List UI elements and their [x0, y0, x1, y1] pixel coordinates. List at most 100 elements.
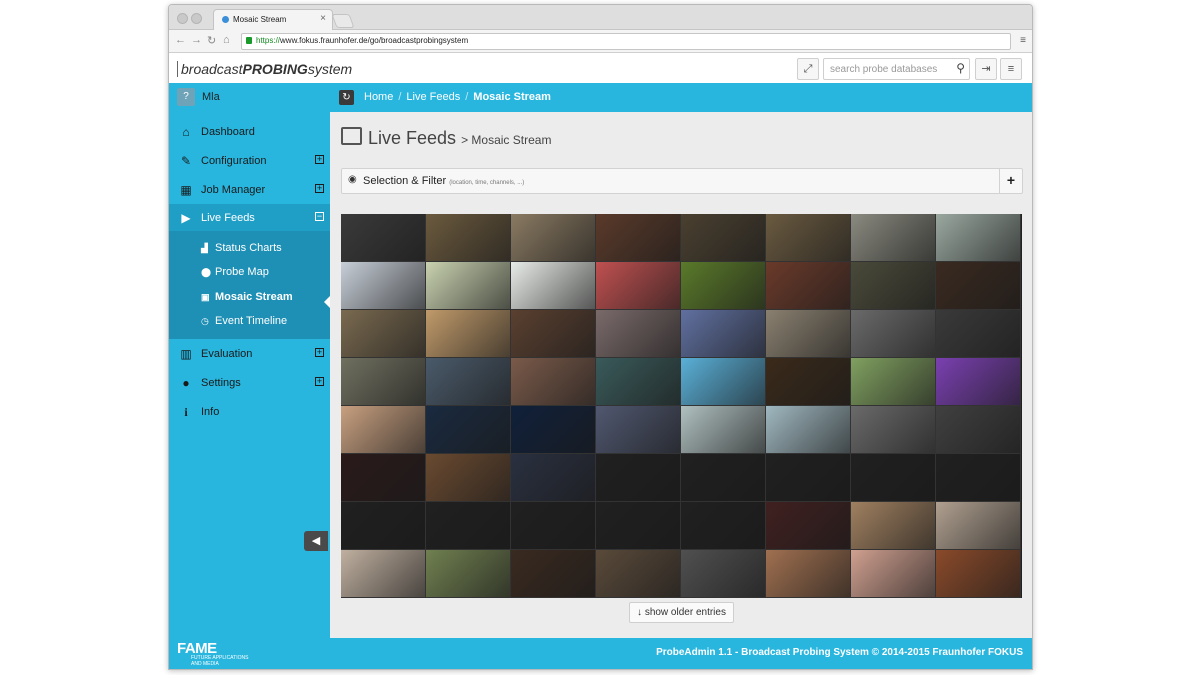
- video-thumbnail[interactable]: [426, 358, 511, 406]
- refresh-button[interactable]: ↻: [339, 90, 354, 105]
- collapse-sidebar-button[interactable]: ◀: [304, 531, 328, 551]
- video-thumbnail[interactable]: [596, 262, 681, 310]
- video-thumbnail[interactable]: [341, 454, 426, 502]
- video-thumbnail[interactable]: [851, 310, 936, 358]
- back-icon[interactable]: ←: [175, 34, 186, 46]
- video-thumbnail[interactable]: [681, 550, 766, 598]
- breadcrumb-live-feeds[interactable]: Live Feeds: [406, 91, 460, 103]
- video-thumbnail[interactable]: [681, 214, 766, 262]
- video-thumbnail[interactable]: [596, 358, 681, 406]
- video-thumbnail[interactable]: [681, 406, 766, 454]
- selection-filter-panel[interactable]: ◉ Selection & Filter (location, time, ch…: [341, 168, 1023, 194]
- video-thumbnail[interactable]: [766, 454, 851, 502]
- video-thumbnail[interactable]: [766, 406, 851, 454]
- video-thumbnail[interactable]: [511, 310, 596, 358]
- forward-icon[interactable]: →: [191, 34, 202, 46]
- video-thumbnail[interactable]: [766, 358, 851, 406]
- browser-tab[interactable]: Mosaic Stream ×: [213, 9, 333, 30]
- video-thumbnail[interactable]: [596, 214, 681, 262]
- sidebar-item-live-feeds[interactable]: ▶ Live Feeds −: [169, 204, 330, 232]
- video-thumbnail[interactable]: [426, 550, 511, 598]
- sidebar-item-evaluation[interactable]: ▥ Evaluation +: [169, 340, 330, 368]
- search-icon[interactable]: ⚲: [956, 61, 965, 75]
- video-thumbnail[interactable]: [766, 214, 851, 262]
- video-thumbnail[interactable]: [426, 454, 511, 502]
- video-thumbnail[interactable]: [936, 550, 1021, 598]
- video-thumbnail[interactable]: [341, 502, 426, 550]
- video-thumbnail[interactable]: [511, 406, 596, 454]
- expand-icon[interactable]: +: [315, 155, 324, 164]
- video-thumbnail[interactable]: [851, 502, 936, 550]
- expand-icon[interactable]: +: [315, 184, 324, 193]
- sidebar-item-configuration[interactable]: ✎ Configuration +: [169, 147, 330, 175]
- video-thumbnail[interactable]: [426, 406, 511, 454]
- video-thumbnail[interactable]: [596, 550, 681, 598]
- brand-logo[interactable]: broadcastPROBINGsystem: [177, 61, 352, 77]
- new-tab-button[interactable]: [331, 14, 355, 28]
- show-older-entries-button[interactable]: ↓ show older entries: [629, 602, 734, 623]
- video-thumbnail[interactable]: [426, 310, 511, 358]
- video-thumbnail[interactable]: [341, 550, 426, 598]
- tab-close-icon[interactable]: ×: [320, 13, 326, 24]
- video-thumbnail[interactable]: [681, 310, 766, 358]
- video-thumbnail[interactable]: [426, 214, 511, 262]
- browser-menu-icon[interactable]: ≡: [1020, 35, 1026, 46]
- menu-button[interactable]: ≡: [1000, 58, 1022, 80]
- video-thumbnail[interactable]: [766, 262, 851, 310]
- video-thumbnail[interactable]: [851, 550, 936, 598]
- video-thumbnail[interactable]: [341, 214, 426, 262]
- collapse-icon[interactable]: −: [315, 212, 324, 221]
- subnav-item-status-charts[interactable]: ▟ Status Charts: [169, 237, 330, 261]
- sidebar-item-dashboard[interactable]: ⌂ Dashboard: [169, 118, 330, 146]
- expand-filter-button[interactable]: +: [999, 169, 1022, 193]
- video-thumbnail[interactable]: [936, 502, 1021, 550]
- expand-icon[interactable]: +: [315, 348, 324, 357]
- url-field[interactable]: https://www.fokus.fraunhofer.de/go/broad…: [241, 33, 1011, 50]
- video-thumbnail[interactable]: [511, 214, 596, 262]
- sidebar-item-info[interactable]: i Info: [169, 398, 330, 426]
- video-thumbnail[interactable]: [596, 502, 681, 550]
- video-thumbnail[interactable]: [766, 502, 851, 550]
- video-thumbnail[interactable]: [936, 454, 1021, 502]
- video-thumbnail[interactable]: [936, 406, 1021, 454]
- minimize-window-button[interactable]: [191, 13, 202, 24]
- video-thumbnail[interactable]: [596, 310, 681, 358]
- video-thumbnail[interactable]: [851, 262, 936, 310]
- subnav-item-mosaic-stream[interactable]: ▣ Mosaic Stream: [169, 286, 330, 310]
- video-thumbnail[interactable]: [936, 214, 1021, 262]
- subnav-item-probe-map[interactable]: ⬤ Probe Map: [169, 261, 330, 285]
- video-thumbnail[interactable]: [681, 262, 766, 310]
- video-thumbnail[interactable]: [851, 454, 936, 502]
- video-thumbnail[interactable]: [766, 310, 851, 358]
- close-window-button[interactable]: [177, 13, 188, 24]
- sidebar-item-settings[interactable]: ● Settings +: [169, 369, 330, 397]
- video-thumbnail[interactable]: [681, 358, 766, 406]
- video-thumbnail[interactable]: [851, 406, 936, 454]
- sidebar-item-job-manager[interactable]: ▦ Job Manager +: [169, 176, 330, 204]
- video-thumbnail[interactable]: [511, 262, 596, 310]
- video-thumbnail[interactable]: [936, 262, 1021, 310]
- video-thumbnail[interactable]: [511, 454, 596, 502]
- video-thumbnail[interactable]: [341, 406, 426, 454]
- video-thumbnail[interactable]: [681, 454, 766, 502]
- video-thumbnail[interactable]: [851, 214, 936, 262]
- video-thumbnail[interactable]: [596, 406, 681, 454]
- video-thumbnail[interactable]: [851, 358, 936, 406]
- video-thumbnail[interactable]: [936, 358, 1021, 406]
- video-thumbnail[interactable]: [511, 550, 596, 598]
- home-browser-icon[interactable]: ⌂: [223, 34, 230, 46]
- video-thumbnail[interactable]: [426, 502, 511, 550]
- video-thumbnail[interactable]: [766, 550, 851, 598]
- breadcrumb-home[interactable]: Home: [364, 91, 393, 103]
- video-thumbnail[interactable]: [511, 358, 596, 406]
- reload-icon[interactable]: ↻: [207, 34, 216, 47]
- subnav-item-event-timeline[interactable]: ◷ Event Timeline: [169, 310, 330, 334]
- video-thumbnail[interactable]: [341, 262, 426, 310]
- fullscreen-button[interactable]: ⤢: [797, 58, 819, 80]
- video-thumbnail[interactable]: [511, 502, 596, 550]
- logout-button[interactable]: ⇥: [975, 58, 997, 80]
- expand-icon[interactable]: +: [315, 377, 324, 386]
- video-thumbnail[interactable]: [341, 310, 426, 358]
- video-thumbnail[interactable]: [936, 310, 1021, 358]
- video-thumbnail[interactable]: [596, 454, 681, 502]
